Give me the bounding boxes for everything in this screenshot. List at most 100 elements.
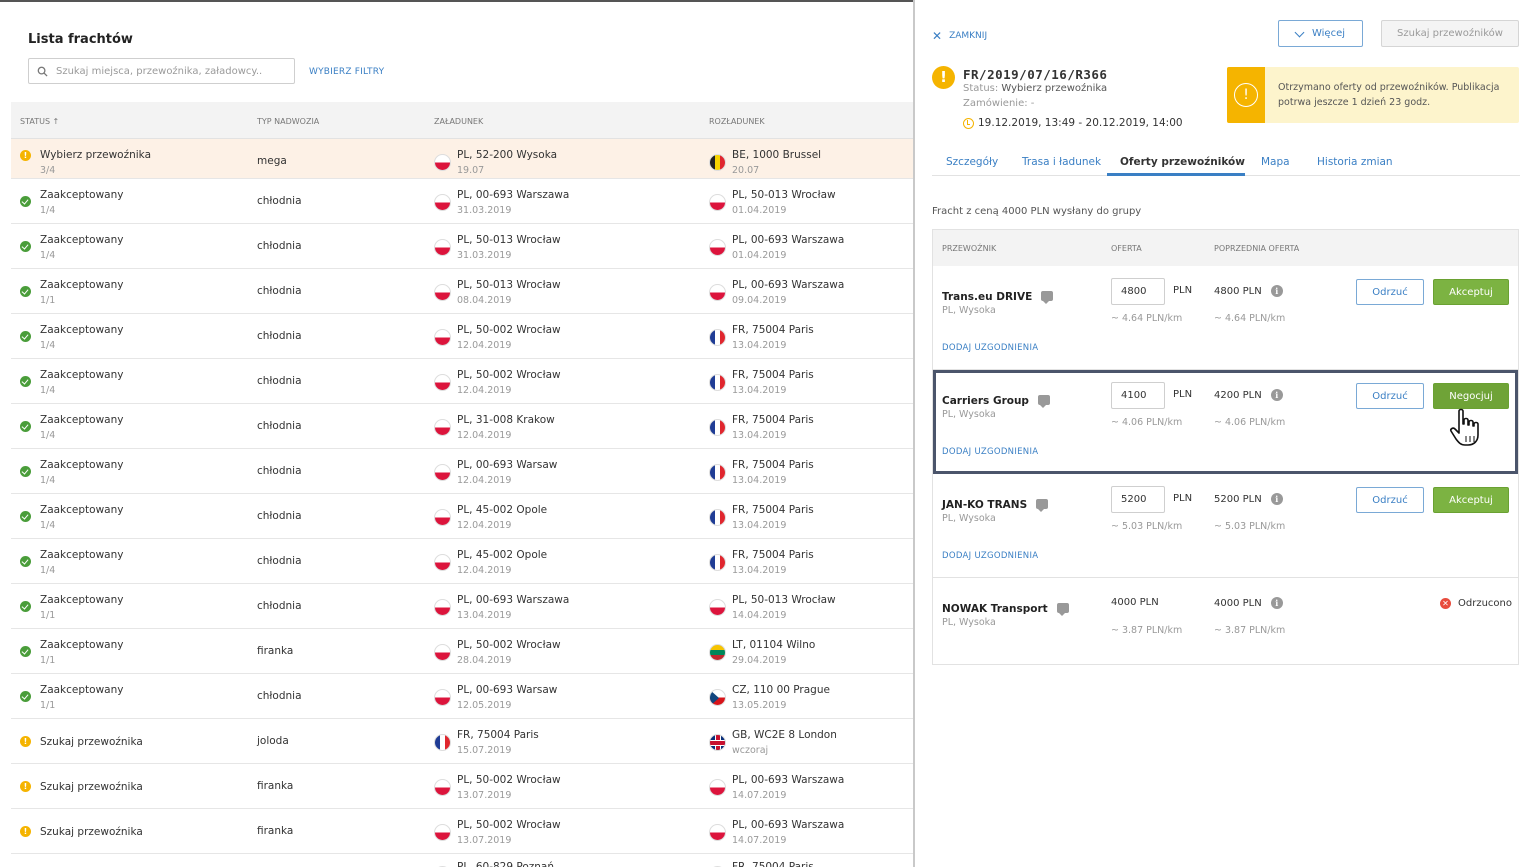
table-row[interactable]: Szukaj przewoźnika firanka PL, 50-002 Wroc… bbox=[11, 809, 913, 854]
loading-cell: PL, 50-002 Wrocław 13.07.2019 bbox=[434, 773, 561, 803]
add-terms-link[interactable]: DODAJ UZGODNIENIA bbox=[942, 447, 1038, 457]
check-circle-icon bbox=[20, 286, 31, 297]
offer-price-input[interactable] bbox=[1111, 382, 1165, 409]
freight-dates: 19.12.2019, 13:49 - 20.12.2019, 14:00 bbox=[963, 117, 1183, 129]
unloading-place: FR, 75004 Paris bbox=[732, 459, 814, 471]
negotiate-button[interactable]: Negocjuj bbox=[1433, 383, 1509, 409]
loading-place: PL, 00-693 Warszawa bbox=[457, 189, 570, 201]
table-row[interactable]: Zaakceptowany 1/4 chłodnia PL, 50-002 Wrocł… bbox=[11, 359, 913, 404]
unloading-cell: FR, 75004 Paris 13.04.2019 bbox=[709, 503, 814, 533]
column-status[interactable]: STATUS ↑ bbox=[20, 117, 59, 126]
table-row[interactable]: Zaakceptowany 1/4 chłodnia PL, 31-008 Krako… bbox=[11, 404, 913, 449]
status-text: Zaakceptowany bbox=[40, 594, 124, 606]
more-label: Więcej bbox=[1311, 28, 1346, 39]
offer-row: Trans.eu DRIVE PL, Wysoka PLN 4800 PLNi … bbox=[933, 266, 1518, 370]
table-row[interactable]: Zaakceptowany 1/1 firanka PL, 50-002 Wrocła… bbox=[11, 629, 913, 674]
freight-info-text: Fracht z ceną 4000 PLN wysłany do grupy bbox=[932, 206, 1142, 217]
loading-cell: PL, 50-002 Wrocław 12.04.2019 bbox=[434, 368, 561, 398]
table-row[interactable]: Zaakceptowany 1/4 chłodnia PL, 45-002 Opole… bbox=[11, 539, 913, 584]
order-label: Zamówienie: bbox=[963, 98, 1028, 109]
chat-icon[interactable] bbox=[1036, 499, 1049, 512]
loading-place: PL, 31-008 Krakow bbox=[457, 414, 555, 426]
info-icon[interactable]: i bbox=[1270, 597, 1283, 609]
info-icon[interactable]: i bbox=[1270, 389, 1283, 401]
reject-button[interactable]: Odrzuć bbox=[1356, 487, 1424, 513]
tab-change-history[interactable]: Historia zmian bbox=[1317, 156, 1393, 168]
tab-map[interactable]: Mapa bbox=[1261, 156, 1290, 168]
unloading-date: 01.04.2019 bbox=[732, 205, 787, 216]
freight-list-panel: Lista frachtów WYBIERZ FILTRY STATUS ↑ T… bbox=[0, 0, 913, 867]
loading-date: 12.04.2019 bbox=[457, 385, 512, 396]
loading-date: 13.04.2019 bbox=[457, 610, 512, 621]
offer-price-input[interactable] bbox=[1111, 278, 1165, 305]
previous-offer: 4000 PLN i bbox=[1214, 597, 1283, 609]
flag-icon bbox=[709, 284, 726, 301]
freight-table: STATUS ↑ TYP NADWOZIA ZAŁADUNEK ROZŁADUN… bbox=[11, 102, 913, 867]
clock-icon bbox=[963, 117, 974, 129]
more-button[interactable]: Więcej bbox=[1278, 20, 1363, 47]
table-row-partial[interactable]: PL, 60-829 Poznań FR, 75004 Paris bbox=[11, 854, 913, 867]
loading-place: PL, 50-002 Wrocław bbox=[457, 369, 561, 381]
unloading-place: PL, 00-693 Warszawa bbox=[732, 774, 845, 786]
table-row-selected[interactable]: Wybierz przewoźnika 3/4 mega PL, 52-200 Wys… bbox=[11, 139, 913, 179]
unloading-date: 29.04.2019 bbox=[732, 655, 787, 666]
loading-date: 12.04.2019 bbox=[457, 475, 512, 486]
carrier-location: PL, Wysoka bbox=[942, 409, 996, 420]
column-unloading[interactable]: ROZŁADUNEK bbox=[709, 117, 765, 126]
table-row[interactable]: Zaakceptowany 1/4 chłodnia PL, 00-693 Warsz… bbox=[11, 179, 913, 224]
reject-button[interactable]: Odrzuć bbox=[1356, 383, 1424, 409]
loading-date: 12.04.2019 bbox=[457, 565, 512, 576]
add-terms-link[interactable]: DODAJ UZGODNIENIA bbox=[942, 343, 1038, 353]
table-row[interactable]: Zaakceptowany 1/1 chłodnia PL, 00-693 Warsz… bbox=[11, 584, 913, 629]
table-row[interactable]: Zaakceptowany 1/4 chłodnia PL, 00-693 Warsa… bbox=[11, 449, 913, 494]
reject-button[interactable]: Odrzuć bbox=[1356, 279, 1424, 305]
choose-filters-link[interactable]: WYBIERZ FILTRY bbox=[309, 67, 384, 77]
table-row[interactable]: Zaakceptowany 1/1 chłodnia PL, 50-013 Wrocł… bbox=[11, 269, 913, 314]
carrier-name[interactable]: Trans.eu DRIVE bbox=[942, 290, 1054, 304]
status-text: Zaakceptowany bbox=[40, 459, 124, 471]
tab-route-cargo[interactable]: Trasa i ładunek bbox=[1022, 156, 1101, 168]
chat-icon[interactable] bbox=[1041, 291, 1054, 304]
carrier-location: PL, Wysoka bbox=[942, 513, 996, 524]
loading-place: PL, 50-013 Wrocław bbox=[457, 234, 561, 246]
offer-currency: PLN bbox=[1173, 389, 1193, 400]
table-row[interactable]: Zaakceptowany 1/1 chłodnia PL, 00-693 Warsa… bbox=[11, 674, 913, 719]
table-row[interactable]: Zaakceptowany 1/4 chłodnia PL, 50-013 Wrocł… bbox=[11, 224, 913, 269]
close-button[interactable]: ✕ ZAMKNIJ bbox=[932, 29, 987, 43]
info-icon[interactable]: i bbox=[1270, 285, 1283, 297]
table-row[interactable]: Zaakceptowany 1/4 chłodnia PL, 45-002 Opole… bbox=[11, 494, 913, 539]
table-row[interactable]: Szukaj przewoźnika firanka PL, 50-002 Wroc… bbox=[11, 764, 913, 809]
carrier-name[interactable]: Carriers Group bbox=[942, 394, 1050, 408]
column-loading[interactable]: ZAŁADUNEK bbox=[434, 117, 483, 126]
chat-icon[interactable] bbox=[1056, 603, 1069, 616]
column-body-type[interactable]: TYP NADWOZIA bbox=[257, 117, 319, 126]
carrier-name[interactable]: JAN-KO TRANS bbox=[942, 498, 1049, 512]
flag-icon bbox=[434, 644, 451, 661]
chat-icon[interactable] bbox=[1037, 395, 1050, 408]
search-box[interactable] bbox=[28, 58, 295, 84]
unloading-date: 09.04.2019 bbox=[732, 295, 787, 306]
info-icon[interactable]: i bbox=[1270, 493, 1283, 505]
carrier-name[interactable]: NOWAK Transport bbox=[942, 602, 1069, 616]
flag-icon bbox=[434, 239, 451, 256]
status-count: 1/4 bbox=[40, 565, 56, 576]
accept-button[interactable]: Akceptuj bbox=[1433, 279, 1509, 305]
offer-price-input[interactable] bbox=[1111, 486, 1165, 513]
body-type: firanka bbox=[257, 780, 294, 792]
flag-icon bbox=[709, 509, 726, 526]
tab-carrier-offers[interactable]: Oferty przewoźników bbox=[1120, 156, 1245, 168]
table-row[interactable]: Szukaj przewoźnika joloda FR, 75004 Paris 1… bbox=[11, 719, 913, 764]
row-status: Zaakceptowany 1/1 bbox=[40, 683, 123, 713]
search-input[interactable] bbox=[56, 65, 276, 77]
loading-date: 31.03.2019 bbox=[457, 250, 512, 261]
close-label: ZAMKNIJ bbox=[949, 31, 988, 41]
search-carriers-button[interactable]: Szukaj przewoźników bbox=[1381, 20, 1519, 47]
flag-icon bbox=[434, 284, 451, 301]
add-terms-link[interactable]: DODAJ UZGODNIENIA bbox=[942, 551, 1038, 561]
tab-details[interactable]: Szczegóły bbox=[946, 156, 998, 168]
loading-date: 12.04.2019 bbox=[457, 340, 512, 351]
unloading-date: 14.04.2019 bbox=[732, 610, 787, 621]
table-row[interactable]: Zaakceptowany 1/4 chłodnia PL, 50-002 Wrocł… bbox=[11, 314, 913, 359]
accept-button[interactable]: Akceptuj bbox=[1433, 487, 1509, 513]
loading-date: 31.03.2019 bbox=[457, 205, 512, 216]
